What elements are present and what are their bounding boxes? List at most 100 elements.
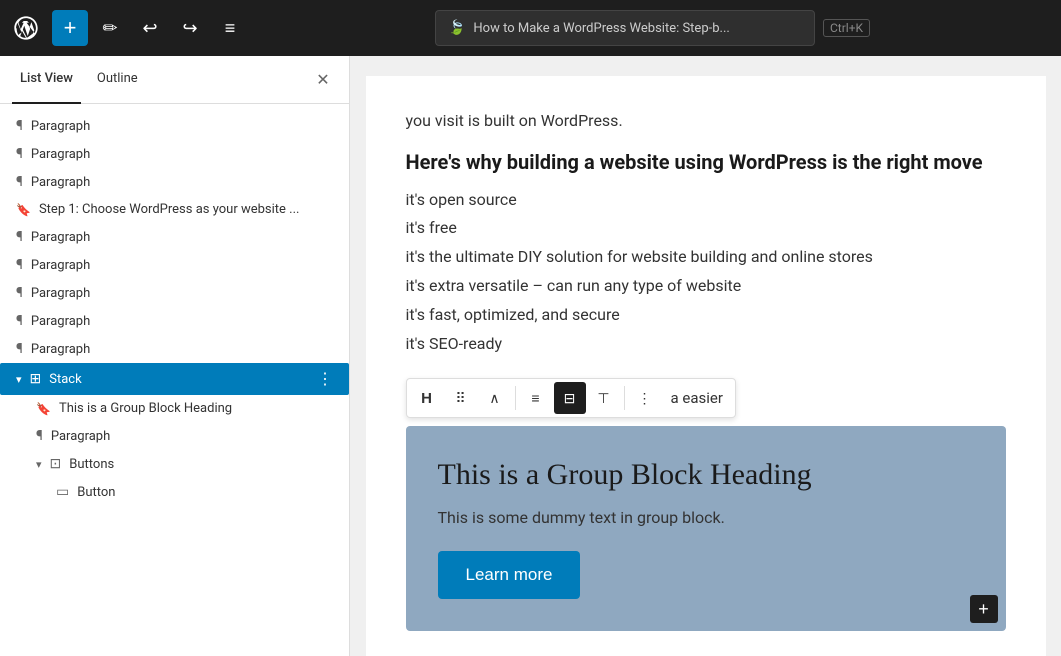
chevron-down-icon: ▾ [16,373,22,386]
learn-more-button[interactable]: Learn more [438,551,581,599]
sidebar-item-label: Step 1: Choose WordPress as your website… [39,202,333,217]
sidebar-item-label: Button [77,485,333,500]
undo-icon: ↩ [142,18,157,39]
sidebar-item-label: Paragraph [51,429,333,444]
paragraph-icon: ¶ [36,428,43,444]
paragraph-icon: ¶ [16,257,23,273]
toolbar-separator [515,386,516,410]
sidebar-item-label: Paragraph [31,119,333,134]
add-block-toolbar-button[interactable]: + [52,10,88,46]
list-item: it's SEO-ready [406,330,1006,359]
group-block-paragraph[interactable]: This is some dummy text in group block. [438,508,974,527]
wp-leaf-icon: 🍃 [448,20,465,36]
heading-icon: 🔖 [16,203,31,217]
editor-area: you visit is built on WordPress. Here's … [350,56,1061,656]
chevron-down-icon: ▾ [36,458,42,471]
undo-button[interactable]: ↩ [132,10,168,46]
more-icon: ⋮ [638,390,652,407]
list-item: it's free [406,214,1006,243]
sidebar-item-label: Stack [49,372,309,387]
sidebar-item-group-heading[interactable]: 🔖 This is a Group Block Heading [0,395,349,422]
more-options-button[interactable]: ⋮ [317,369,333,389]
redo-icon: ↪ [182,18,197,39]
heading-icon: 🔖 [36,402,51,416]
list-item: it's extra versatile – can run any type … [406,272,1006,301]
block-type-button[interactable]: H [411,382,443,414]
sidebar-item-stack[interactable]: ▾ ⊞ Stack ⋮ [0,363,349,395]
tab-outline[interactable]: Outline [89,56,146,104]
drag-icon: ⠿ [455,390,465,407]
url-bar[interactable]: 🍃 How to Make a WordPress Website: Step-… [435,10,815,46]
sidebar-tabs: List View Outline ✕ [0,56,349,104]
wp-logo-icon [12,14,40,42]
sidebar-item-label: Paragraph [31,175,333,190]
sidebar-item-label: Buttons [69,457,333,472]
heading-type-icon: H [421,390,432,407]
sidebar: List View Outline ✕ ¶ Paragraph ¶ Paragr… [0,56,350,656]
list-item: it's open source [406,186,1006,215]
drag-handle-button[interactable]: ⠿ [445,382,477,414]
sidebar-item-button[interactable]: ▭ Button [0,478,349,506]
paragraph-icon: ¶ [16,174,23,190]
align-center-button[interactable]: ⊟ [554,382,586,414]
list-item: it's fast, optimized, and secure [406,301,1006,330]
chevron-up-icon: ∧ [489,390,499,407]
main-toolbar: + ✏ ↩ ↪ ≡ 🍃 How to Make a WordPress Webs… [0,0,1061,56]
toolbar-center: 🍃 How to Make a WordPress Website: Step-… [252,10,1053,46]
paragraph-icon: ¶ [16,313,23,329]
align-top-icon: ⊤ [597,390,609,407]
keyboard-shortcut: Ctrl+K [823,19,870,37]
align-left-button[interactable]: ≡ [520,382,552,414]
paragraph-icon: ¶ [16,229,23,245]
group-block: This is a Group Block Heading This is so… [406,426,1006,631]
sidebar-item-label: Paragraph [31,286,333,301]
sidebar-item-paragraph-1[interactable]: ¶ Paragraph [0,112,349,140]
sidebar-item-label: Paragraph [31,342,333,357]
buttons-icon: ⊡ [50,456,62,472]
group-block-heading[interactable]: This is a Group Block Heading [438,458,974,492]
list-item: it's the ultimate DIY solution for websi… [406,243,1006,272]
paragraph-icon: ¶ [16,341,23,357]
align-left-icon: ≡ [531,390,539,406]
sidebar-item-paragraph-8[interactable]: ¶ Paragraph [0,335,349,363]
sidebar-item-group-paragraph[interactable]: ¶ Paragraph [0,422,349,450]
sidebar-item-label: Paragraph [31,258,333,273]
align-top-button[interactable]: ⊤ [588,382,620,414]
tab-list-view[interactable]: List View [12,56,81,104]
main-layout: List View Outline ✕ ¶ Paragraph ¶ Paragr… [0,56,1061,656]
move-up-button[interactable]: ∧ [479,382,511,414]
sidebar-item-label: Paragraph [31,314,333,329]
paragraph-icon: ¶ [16,118,23,134]
editor-content: you visit is built on WordPress. Here's … [366,76,1046,656]
sidebar-item-buttons[interactable]: ▾ ⊡ Buttons [0,450,349,478]
sidebar-item-step1-heading[interactable]: 🔖 Step 1: Choose WordPress as your websi… [0,196,349,223]
sidebar-item-paragraph-3[interactable]: ¶ Paragraph [0,168,349,196]
menu-icon: ≡ [225,18,236,39]
sidebar-item-paragraph-2[interactable]: ¶ Paragraph [0,140,349,168]
sidebar-item-label: This is a Group Block Heading [59,401,333,416]
document-overview-button[interactable]: ≡ [212,10,248,46]
editor-intro-text: you visit is built on WordPress. [406,108,1006,134]
editor-main-heading[interactable]: Here's why building a website using Word… [406,150,1006,174]
sidebar-item-paragraph-4[interactable]: ¶ Paragraph [0,223,349,251]
redo-button[interactable]: ↪ [172,10,208,46]
edit-tool-button[interactable]: ✏ [92,10,128,46]
sidebar-close-button[interactable]: ✕ [309,66,337,94]
stack-icon: ⊞ [30,371,42,387]
sidebar-item-paragraph-5[interactable]: ¶ Paragraph [0,251,349,279]
align-center-icon: ⊟ [564,390,576,407]
toolbar-more-text: a easier [663,389,731,407]
sidebar-item-paragraph-7[interactable]: ¶ Paragraph [0,307,349,335]
sidebar-item-label: Paragraph [31,230,333,245]
sidebar-item-paragraph-6[interactable]: ¶ Paragraph [0,279,349,307]
url-text: How to Make a WordPress Website: Step-b.… [473,21,802,36]
block-toolbar: H ⠿ ∧ ≡ ⊟ ⊤ ⋮ [406,378,736,418]
more-toolbar-options-button[interactable]: ⋮ [629,382,661,414]
sidebar-item-label: Paragraph [31,147,333,162]
wp-logo[interactable] [8,10,44,46]
editor-feature-list: it's open source it's free it's the ulti… [406,186,1006,359]
paragraph-icon: ¶ [16,285,23,301]
toolbar-separator-2 [624,386,625,410]
add-block-bottom-button[interactable]: + [970,595,998,623]
pencil-icon: ✏ [102,18,117,39]
